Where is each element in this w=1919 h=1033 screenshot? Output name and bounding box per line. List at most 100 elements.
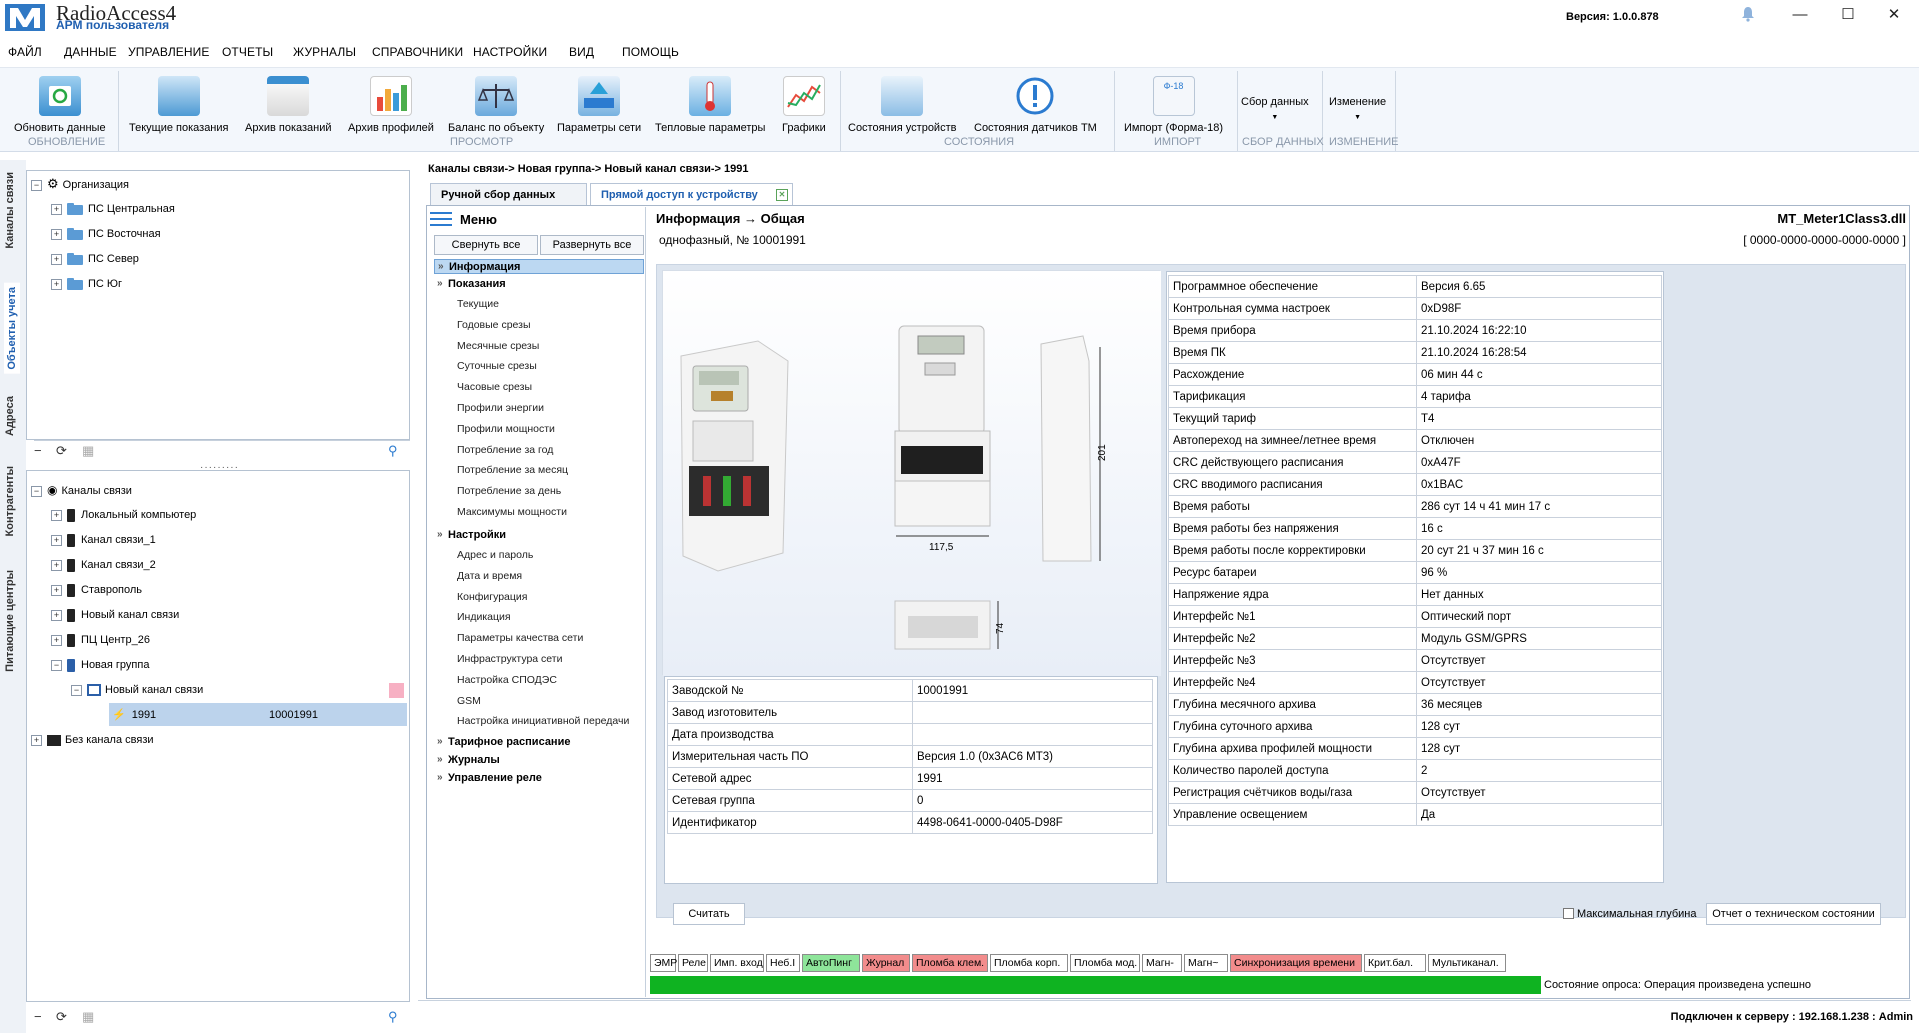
prop-name: Ресурс батареи <box>1168 561 1417 584</box>
tree-item-channel-1[interactable]: + Канал связи_1 <box>51 531 156 549</box>
globe-icon: ◉ <box>47 483 58 497</box>
menu-section-info[interactable]: Информация <box>434 259 644 274</box>
refresh-data-button[interactable]: Обновить данные <box>14 76 106 134</box>
menu-item-reading[interactable]: Часовые срезы <box>457 381 532 393</box>
tab-power-centers[interactable]: Питающие центры <box>4 570 16 672</box>
menu-item-setting[interactable]: Инфраструктура сети <box>457 653 562 665</box>
tree-item-pc-center-26[interactable]: + ПЦ Центр_26 <box>51 631 150 649</box>
search-icon[interactable]: ⚲ <box>388 443 398 459</box>
prop-name: Напряжение ядра <box>1168 583 1417 606</box>
thermometer-icon <box>689 76 732 116</box>
menu-item-reading[interactable]: Годовые срезы <box>457 319 531 331</box>
refresh-icon[interactable]: ⟳ <box>56 1009 67 1025</box>
menu-view[interactable]: ВИД <box>569 45 594 59</box>
menu-item-reading[interactable]: Потребление за месяц <box>457 464 568 476</box>
menu-item-reading[interactable]: Профили мощности <box>457 423 555 435</box>
tech-report-button[interactable]: Отчет о техническом состоянии <box>1706 903 1881 925</box>
menu-data[interactable]: ДАННЫЕ <box>64 45 117 59</box>
minimize-icon[interactable]: — <box>1786 4 1814 26</box>
menu-item-reading[interactable]: Текущие <box>457 298 499 310</box>
refresh-icon[interactable]: ⟳ <box>56 443 67 459</box>
menu-section-relay[interactable]: Управление реле <box>434 770 644 786</box>
tree-item-channel-2[interactable]: + Канал связи_2 <box>51 556 156 574</box>
menu-hamburger-icon[interactable] <box>430 212 452 226</box>
menu-reports[interactable]: ОТЧЕТЫ <box>222 45 273 59</box>
read-button[interactable]: Считать <box>673 903 745 925</box>
tab-channels[interactable]: Каналы связи <box>4 172 16 249</box>
object-balance-button[interactable]: Баланс по объекту <box>448 76 544 134</box>
tab-direct-access[interactable]: Прямой доступ к устройству ✕ <box>590 183 793 207</box>
tree-item-ps-south[interactable]: + ПС Юг <box>51 275 122 293</box>
tree-item-new-channel[interactable]: + Новый канал связи <box>51 606 179 624</box>
table-row: Заводской № 10001991 <box>667 679 1153 702</box>
network-params-button[interactable]: Параметры сети <box>557 76 641 134</box>
menu-section-journals[interactable]: Журналы <box>434 752 644 768</box>
tree-item-ps-north[interactable]: + ПС Север <box>51 250 139 268</box>
menu-item-reading[interactable]: Суточные срезы <box>457 360 537 372</box>
prop-name: Регистрация счётчиков воды/газа <box>1168 781 1417 804</box>
menu-item-setting[interactable]: Дата и время <box>457 570 522 582</box>
menu-item-reading[interactable]: Профили энергии <box>457 402 544 414</box>
menu-section-readings[interactable]: Показания <box>434 276 644 292</box>
status-badge: Магн~ <box>1184 954 1228 972</box>
device-states-button[interactable]: Состояния устройств <box>848 76 956 134</box>
tab-metering-objects[interactable]: Объекты учета <box>4 283 20 374</box>
table-row: Программное обеспечение Версия 6.65 <box>1168 275 1662 298</box>
tree-item-new-channel-child[interactable]: − Новый канал связи <box>71 681 203 699</box>
minus-icon[interactable]: − <box>34 443 42 458</box>
menu-item-reading[interactable]: Потребление за год <box>457 444 553 456</box>
checkbox-box[interactable] <box>1563 908 1574 919</box>
menu-item-setting[interactable]: Конфигурация <box>457 591 527 603</box>
tree-item-new-group[interactable]: − Новая группа <box>51 656 149 674</box>
menu-item-reading[interactable]: Потребление за день <box>457 485 561 497</box>
current-readings-button[interactable]: Текущие показания <box>129 76 228 134</box>
tree-item-ps-central[interactable]: + ПС Центральная <box>51 200 175 218</box>
maximize-icon[interactable]: ☐ <box>1834 4 1862 26</box>
close-icon[interactable]: ✕ <box>1880 4 1908 26</box>
import-form18-button[interactable]: Ф-18 Импорт (Форма-18) <box>1124 76 1223 134</box>
menu-control[interactable]: УПРАВЛЕНИЕ <box>128 45 210 59</box>
tree-item-stavropol[interactable]: + Ставрополь <box>51 581 142 599</box>
menu-item-setting[interactable]: Адрес и пароль <box>457 549 533 561</box>
ribbon-separator <box>1237 71 1238 151</box>
thermal-params-button[interactable]: Тепловые параметры <box>655 76 765 134</box>
tab-contractors[interactable]: Контрагенты <box>4 466 16 536</box>
collapse-all-button[interactable]: Свернуть все <box>434 235 538 255</box>
menu-item-setting[interactable]: Настройка СПОДЭС <box>457 674 557 686</box>
readings-archive-button[interactable]: Архив показаний <box>245 76 332 134</box>
clipboard-icon[interactable]: ▦ <box>82 443 94 459</box>
menu-section-tariff[interactable]: Тарифное расписание <box>434 734 644 750</box>
minus-icon[interactable]: − <box>34 1009 42 1024</box>
menu-item-setting[interactable]: GSM <box>457 695 481 707</box>
tree-item-no-channel[interactable]: + Без канала связи <box>31 731 154 749</box>
close-tab-icon[interactable]: ✕ <box>776 189 788 201</box>
menu-item-setting[interactable]: Настройка инициативной передачи <box>457 715 629 727</box>
tree-item-organization[interactable]: − ⚙ Организация <box>31 175 129 193</box>
profiles-archive-button[interactable]: Архив профилей <box>348 76 434 134</box>
tab-manual-collection[interactable]: Ручной сбор данных <box>430 183 587 207</box>
charts-button[interactable]: Графики <box>782 76 826 134</box>
search-icon[interactable]: ⚲ <box>388 1009 398 1025</box>
tree-item-ps-east[interactable]: + ПС Восточная <box>51 225 161 243</box>
tree-item-local-computer[interactable]: + Локальный компьютер <box>51 506 196 524</box>
change-dropdown[interactable]: Изменение ▼ <box>1329 96 1386 121</box>
menu-item-reading[interactable]: Месячные срезы <box>457 340 539 352</box>
menu-item-setting[interactable]: Индикация <box>457 611 511 623</box>
tree-item-channels-root[interactable]: − ◉ Каналы связи <box>31 481 132 499</box>
menu-section-settings[interactable]: Настройки <box>434 527 644 543</box>
menu-journals[interactable]: ЖУРНАЛЫ <box>293 45 356 59</box>
tm-sensor-states-button[interactable]: Состояния датчиков ТМ <box>974 76 1097 134</box>
menu-item-setting[interactable]: Параметры качества сети <box>457 632 583 644</box>
clipboard-icon[interactable]: ▦ <box>82 1009 94 1025</box>
menu-settings[interactable]: НАСТРОЙКИ <box>473 45 547 59</box>
notification-bell-icon[interactable] <box>1734 6 1762 28</box>
tree-item-meter-1991[interactable]: ⚡ 1991 <box>112 706 156 724</box>
menu-help[interactable]: ПОМОЩЬ <box>622 45 679 59</box>
expand-all-button[interactable]: Развернуть все <box>540 235 644 255</box>
menu-references[interactable]: СПРАВОЧНИКИ <box>372 45 463 59</box>
data-collection-dropdown[interactable]: Сбор данных ▼ <box>1241 96 1309 121</box>
max-depth-checkbox[interactable]: Максимальная глубина <box>1563 908 1696 920</box>
menu-item-reading[interactable]: Максимумы мощности <box>457 506 567 518</box>
menu-file[interactable]: ФАЙЛ <box>8 45 42 59</box>
tab-addresses[interactable]: Адреса <box>4 396 16 436</box>
